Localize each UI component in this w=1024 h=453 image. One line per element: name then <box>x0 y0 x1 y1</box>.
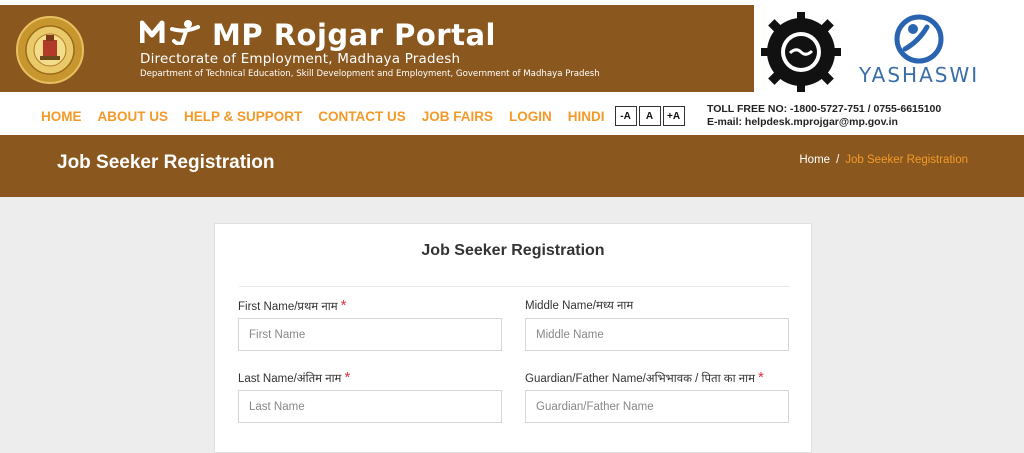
middle-name-input[interactable] <box>525 318 789 351</box>
last-name-label: Last Name/अंतिम नाम * <box>238 369 351 386</box>
last-name-input[interactable] <box>238 390 502 423</box>
nav-menu: HOME ABOUT US HELP & SUPPORT CONTACT US … <box>41 106 687 126</box>
my-logo-icon <box>140 20 200 45</box>
main-navigation: HOME ABOUT US HELP & SUPPORT CONTACT US … <box>0 92 1024 135</box>
site-header: MP Rojgar Portal Directorate of Employme… <box>0 0 1024 97</box>
contact-info: TOLL FREE NO: -1800-5727-751 / 0755-6615… <box>707 103 941 129</box>
first-name-field: First Name/प्रथम नाम * <box>238 298 502 351</box>
guardian-name-label: Guardian/Father Name/अभिभावक / पिता का न… <box>525 369 764 386</box>
nav-item-contact-us[interactable]: CONTACT US <box>318 109 406 124</box>
guardian-name-field: Guardian/Father Name/अभिभावक / पिता का न… <box>525 370 789 423</box>
page-title: Job Seeker Registration <box>57 152 275 173</box>
registration-form-card: Job Seeker Registration First Name/प्रथम… <box>214 223 812 453</box>
portal-title: MP Rojgar Portal <box>140 19 600 51</box>
breadcrumb: Home / Job Seeker Registration <box>799 154 968 166</box>
font-decrease-button[interactable]: -A <box>614 106 637 126</box>
page-banner: Job Seeker Registration Home / Job Seeker … <box>0 135 1024 197</box>
middle-name-label: Middle Name/मध्य नाम <box>525 300 634 312</box>
nav-item-help-support[interactable]: HELP & SUPPORT <box>184 109 302 124</box>
portal-title-text: MP Rojgar Portal <box>212 18 496 52</box>
nav-item-hindi[interactable]: HINDI <box>568 109 605 124</box>
breadcrumb-current: Job Seeker Registration <box>845 154 968 166</box>
directorate-name: Directorate of Employment, Madhaya Prade… <box>140 51 461 67</box>
yashaswi-label: YASHASWI <box>859 63 980 87</box>
nav-item-login[interactable]: LOGIN <box>509 109 552 124</box>
breadcrumb-home-link[interactable]: Home <box>799 154 830 166</box>
form-title: Job Seeker Registration <box>421 242 605 259</box>
required-mark: * <box>340 297 347 314</box>
helpdesk-email[interactable]: E-mail: helpdesk.mprojgar@mp.gov.in <box>707 116 941 129</box>
font-size-controls: -A A +A <box>614 106 687 126</box>
nav-item-about-us[interactable]: ABOUT US <box>98 109 169 124</box>
brand-block: MP Rojgar Portal Directorate of Employme… <box>140 19 600 81</box>
breadcrumb-separator: / <box>836 154 840 166</box>
required-mark: * <box>344 369 351 386</box>
font-reset-button[interactable]: A <box>638 106 661 126</box>
nav-item-job-fairs[interactable]: JOB FAIRS <box>422 109 493 124</box>
required-mark: * <box>758 369 764 386</box>
employment-exchange-logo-icon[interactable] <box>760 11 842 93</box>
last-name-field: Last Name/अंतिम नाम * <box>238 370 502 423</box>
partner-logos: YASHASWI <box>754 5 1024 97</box>
state-emblem-icon[interactable] <box>10 15 90 85</box>
form-divider <box>239 286 789 287</box>
font-increase-button[interactable]: +A <box>662 106 685 126</box>
first-name-input[interactable] <box>238 318 502 351</box>
department-name: Department of Technical Education, Skill… <box>140 69 600 79</box>
guardian-name-input[interactable] <box>525 390 789 423</box>
first-name-label: First Name/प्रथम नाम * <box>238 297 347 314</box>
toll-free-number: TOLL FREE NO: -1800-5727-751 / 0755-6615… <box>707 103 942 115</box>
nav-item-home[interactable]: HOME <box>41 109 82 124</box>
middle-name-field: Middle Name/मध्य नाम <box>525 298 789 351</box>
